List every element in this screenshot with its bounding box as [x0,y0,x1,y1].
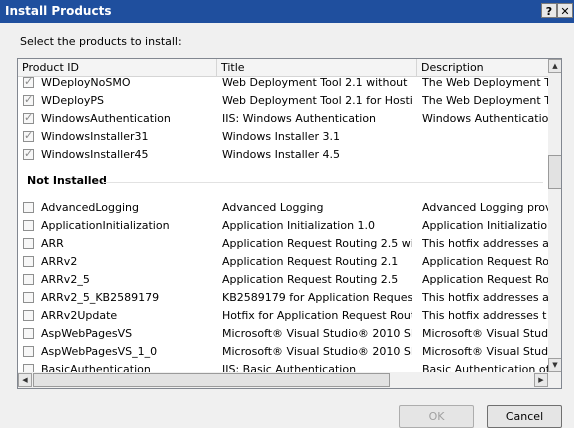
list-header: Product ID Title Description [18,59,548,77]
product-title-cell: IIS: Windows Authentication [222,112,377,125]
product-title-cell: Web Deployment Tool 2.1 without b... [222,76,412,89]
product-title-cell: Windows Installer 3.1 [222,130,340,143]
table-row[interactable]: WDeployPS Web Deployment Tool 2.1 for Hos… [18,92,548,110]
column-header-description[interactable]: Description [417,59,548,76]
product-title-cell: Windows Installer 4.5 [222,148,340,161]
product-description-cell: Microsoft® Visual Studio® [422,345,548,358]
table-row[interactable]: ARRv2_5_KB2589179 KB2589179 for Applicati… [18,289,548,307]
horizontal-scroll-thumb[interactable] [33,373,390,387]
product-checkbox[interactable] [23,364,34,372]
product-description-cell: Application Request Routin [422,255,548,268]
scrollbar-corner [548,372,561,388]
product-description-cell: Application Request Routin [422,273,548,286]
product-description-cell: This hotfix addresses t [422,309,547,322]
vertical-scrollbar[interactable]: ▲ ▼ [548,59,561,372]
product-id-cell: AspWebPagesVS_1_0 [41,345,158,358]
table-row[interactable]: AspWebPagesVS_1_0 Microsoft® Visual Studi… [18,343,548,361]
product-title-cell: Web Deployment Tool 2.1 for Hostin... [222,94,412,107]
product-id-cell: ARRv2Update [41,309,118,322]
product-id-cell: WDeployNoSMO [41,76,131,89]
instruction-label: Select the products to install: [20,35,182,48]
scroll-up-icon[interactable]: ▲ [548,59,561,73]
product-title-cell: KB2589179 for Application Request ... [222,291,412,304]
window-title: Install Products [5,4,112,18]
product-id-cell: ARR [41,237,64,250]
product-title-cell: Microsoft® Visual Studio® 2010 SP1... [222,327,412,340]
product-checkbox[interactable] [23,328,34,339]
close-button[interactable]: ✕ [557,3,573,18]
product-description-cell: The Web Deployment Too [422,94,548,107]
table-row[interactable]: ARRv2Update Hotfix for Application Reques… [18,307,548,325]
column-header-title[interactable]: Title [217,59,417,76]
scroll-right-icon[interactable]: ▶ [534,373,548,387]
product-checkbox[interactable] [23,238,34,249]
product-id-cell: BasicAuthentication [41,363,151,372]
table-row[interactable]: AdvancedLogging Advanced Logging Advanced … [18,199,548,217]
table-row[interactable]: WindowsInstaller31 Windows Installer 3.1 [18,128,548,146]
product-title-cell: Advanced Logging [222,201,324,214]
table-row[interactable]: WindowsAuthentication IIS: Windows Authen… [18,110,548,128]
table-row[interactable]: ARRv2 Application Request Routing 2.1 Appl… [18,253,548,271]
group-header-not-installed: Not Installed [27,174,107,187]
table-row[interactable]: ApplicationInitialization Application Ini… [18,217,548,235]
product-description-cell: Windows Authentication is [422,112,548,125]
product-title-cell: IIS: Basic Authentication [222,363,357,372]
product-description-cell: Basic Authentication offer: [422,363,548,372]
cancel-button[interactable]: Cancel [487,405,562,428]
product-title-cell: Application Initialization 1.0 [222,219,376,232]
product-checkbox[interactable] [23,76,34,88]
table-row[interactable]: WDeployNoSMO Web Deployment Tool 2.1 with… [18,76,548,92]
product-id-cell: ApplicationInitialization [41,219,170,232]
product-checkbox[interactable] [23,147,34,160]
product-id-cell: ARRv2_5 [41,273,90,286]
table-row[interactable]: AspWebPagesVS Microsoft® Visual Studio® 2… [18,325,548,343]
scroll-left-icon[interactable]: ◀ [18,373,32,387]
product-checkbox[interactable] [23,93,34,106]
product-id-cell: WindowsInstaller31 [41,130,149,143]
table-row[interactable]: ARRv2_5 Application Request Routing 2.5 Ap… [18,271,548,289]
column-header-product-id[interactable]: Product ID [18,59,217,76]
table-row[interactable]: BasicAuthentication IIS: Basic Authentica… [18,361,548,372]
title-bar: Install Products ? ✕ [0,0,574,23]
product-checkbox[interactable] [23,310,34,321]
product-id-cell: ARRv2_5_KB2589179 [41,291,160,304]
product-checkbox[interactable] [23,111,34,124]
product-title-cell: Application Request Routing 2.5 wit... [222,237,412,250]
group-divider [103,182,543,183]
product-id-cell: WDeployPS [41,94,105,107]
product-description-cell: The Web Deployment Too [422,76,548,89]
table-row[interactable]: WindowsInstaller45 Windows Installer 4.5 [18,146,548,164]
table-row[interactable]: ARR Application Request Routing 2.5 wit..… [18,235,548,253]
product-id-cell: AdvancedLogging [41,201,139,214]
product-checkbox[interactable] [23,256,34,267]
ok-button[interactable]: OK [399,405,474,428]
product-checkbox[interactable] [23,129,34,142]
product-title-cell: Application Request Routing 2.5 [222,273,399,286]
product-title-cell: Microsoft® Visual Studio® 2010 SP1... [222,345,412,358]
help-button[interactable]: ? [541,3,557,18]
product-checkbox[interactable] [23,220,34,231]
list-body: WDeployNoSMO Web Deployment Tool 2.1 with… [18,76,548,372]
vertical-scroll-thumb[interactable] [548,155,561,189]
product-id-cell: AspWebPagesVS [41,327,133,340]
product-list[interactable]: Product ID Title Description WDeployNoSM… [17,58,562,389]
product-description-cell: Application Initialization 1. [422,219,548,232]
product-title-cell: Hotfix for Application Request Routi... [222,309,412,322]
product-checkbox[interactable] [23,274,34,285]
product-description-cell: Microsoft® Visual Studio® [422,327,548,340]
product-description-cell: This hotfix addresses a pro [422,237,548,250]
product-checkbox[interactable] [23,202,34,213]
product-title-cell: Application Request Routing 2.1 [222,255,399,268]
scroll-down-icon[interactable]: ▼ [548,358,561,372]
product-checkbox[interactable] [23,346,34,357]
product-id-cell: WindowsInstaller45 [41,148,149,161]
horizontal-scrollbar[interactable]: ◀ ▶ [18,372,548,388]
product-description-cell: Advanced Logging provide [422,201,548,214]
product-checkbox[interactable] [23,292,34,303]
product-description-cell: This hotfix addresses a pro [422,291,548,304]
product-id-cell: WindowsAuthentication [41,112,171,125]
product-id-cell: ARRv2 [41,255,78,268]
